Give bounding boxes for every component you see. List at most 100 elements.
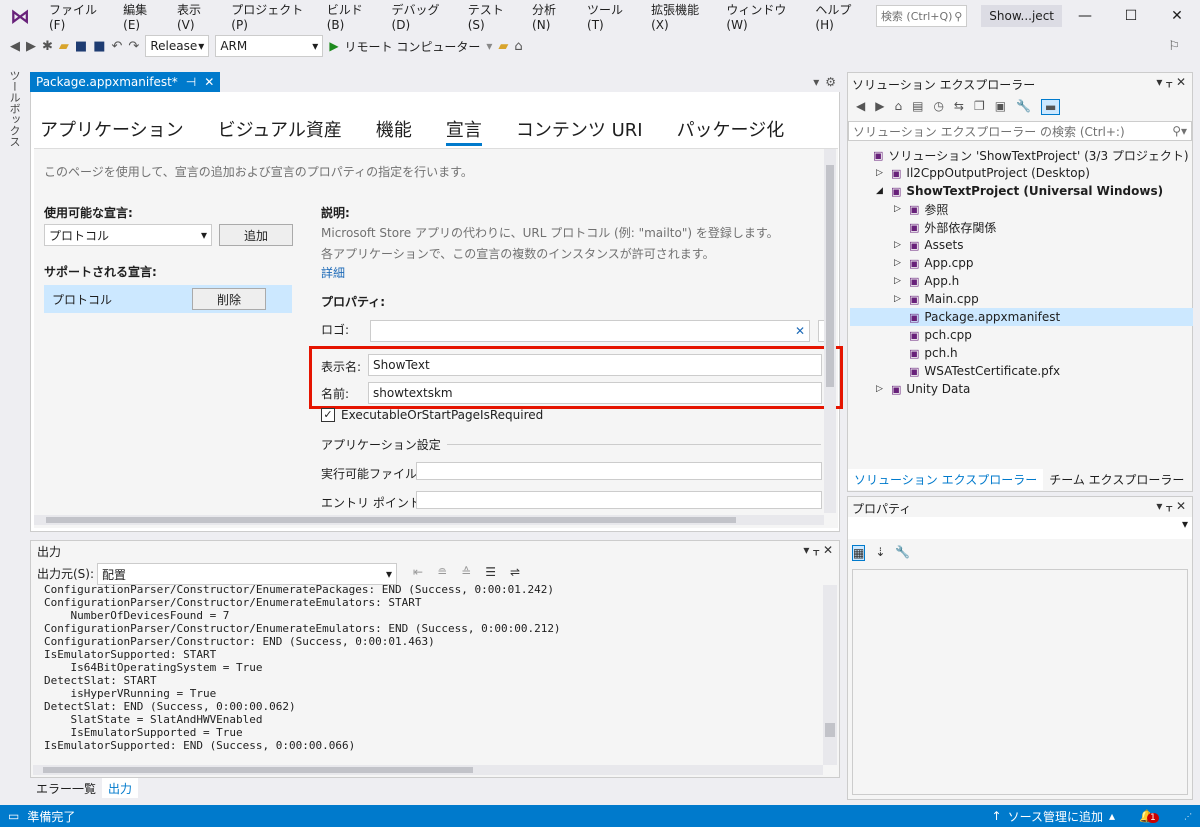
close-icon[interactable]: ✕ <box>823 543 833 557</box>
menu-item[interactable]: ファイル(F) <box>40 1 114 32</box>
tree-node[interactable]: ▷ ▣ Assets <box>850 236 1193 254</box>
menu-item[interactable]: 編集(E) <box>114 1 168 32</box>
tree-node[interactable]: ▷ ▣ Unity Data <box>850 380 1193 398</box>
logo-input[interactable]: ✕ <box>370 320 810 342</box>
close-icon[interactable]: ✕ <box>1176 75 1186 89</box>
home-icon[interactable]: ⌂ <box>514 39 522 54</box>
forward-icon[interactable]: ▶ <box>875 99 884 115</box>
dropdown-icon[interactable]: ▾ <box>803 543 809 557</box>
switch-views-icon[interactable]: ▤ <box>912 99 923 115</box>
tree-node[interactable]: ▣ 外部依存関係 <box>850 218 1193 236</box>
expand-arrow-icon[interactable]: ◢ <box>876 186 886 196</box>
preview-icon[interactable]: ▬ <box>1041 99 1061 115</box>
tree-node[interactable]: ▷ ▣ App.h <box>850 272 1193 290</box>
clear-all-icon[interactable]: ☰ <box>485 565 496 579</box>
executable-input[interactable] <box>416 462 822 480</box>
tree-node[interactable]: ▷ ▣ Main.cpp <box>850 290 1193 308</box>
save-icon[interactable]: ■ <box>75 39 87 54</box>
tab-manifest-section[interactable]: コンテンツ URI <box>516 116 643 146</box>
maximize-button[interactable]: ☐ <box>1108 8 1154 24</box>
clear-icon[interactable]: ✕ <box>795 324 805 338</box>
tab-manifest-section[interactable]: 機能 <box>376 116 412 146</box>
tree-node[interactable]: ▣ pch.cpp <box>850 326 1193 344</box>
tree-node[interactable]: ▣ ソリューション 'ShowTextProject' (3/3 プロジェクト) <box>850 146 1193 164</box>
available-declarations-select[interactable]: プロトコル ▾ <box>44 224 212 246</box>
pending-changes-icon[interactable]: ◷ <box>933 99 943 115</box>
menu-item[interactable]: ヘルプ(H) <box>806 1 872 32</box>
tree-node[interactable]: ▷ ▣ App.cpp <box>850 254 1193 272</box>
home-icon[interactable]: ⌂ <box>894 99 902 115</box>
more-info-link[interactable]: 詳細 <box>321 264 345 281</box>
add-button[interactable]: 追加 <box>219 224 293 246</box>
open-icon[interactable]: ▰ <box>59 39 69 54</box>
tree-node[interactable]: ▣ Package.appxmanifest <box>850 308 1193 326</box>
word-wrap-icon[interactable]: ⇌ <box>510 565 520 579</box>
output-source-select[interactable]: 配置 ▾ <box>97 563 397 585</box>
feedback-icon[interactable]: ⚐ <box>1168 39 1180 54</box>
menu-item[interactable]: 表示(V) <box>168 1 222 32</box>
expand-arrow-icon[interactable]: ▷ <box>894 276 904 286</box>
expand-arrow-icon[interactable]: ▷ <box>876 168 886 178</box>
toolbox-tab[interactable]: ツールボックス <box>4 70 22 147</box>
minimize-button[interactable]: — <box>1062 8 1108 24</box>
categorized-icon[interactable]: ▦ <box>852 545 866 561</box>
tab-team-explorer[interactable]: チーム エクスプローラー <box>1043 469 1190 490</box>
delete-button[interactable]: 削除 <box>192 288 266 310</box>
horizontal-scrollbar[interactable] <box>33 765 823 775</box>
pin-icon[interactable]: ⊣ <box>186 75 196 89</box>
expand-arrow-icon[interactable]: ▷ <box>876 384 886 394</box>
add-to-source-control-button[interactable]: ソース管理に追加 <box>1008 808 1103 825</box>
back-icon[interactable]: ◀ <box>10 39 20 54</box>
executable-required-checkbox[interactable]: ✓ ExecutableOrStartPageIsRequired <box>321 408 543 422</box>
solution-search-input[interactable]: ソリューション エクスプローラー の検索 (Ctrl+:) ⚲▾ <box>848 121 1192 141</box>
object-select[interactable]: ▾ <box>848 517 1192 539</box>
expand-arrow-icon[interactable]: ▷ <box>894 240 904 250</box>
tab-manifest-section[interactable]: パッケージ化 <box>677 116 785 146</box>
menu-item[interactable]: ツール(T) <box>578 1 642 32</box>
tree-node[interactable]: ▷ ▣ 参照 <box>850 200 1193 218</box>
pin-icon[interactable]: ᚁ <box>1166 75 1172 89</box>
save-all-icon[interactable]: ■ <box>93 39 105 54</box>
horizontal-scrollbar[interactable] <box>34 515 824 525</box>
tab-output[interactable]: 出力 <box>102 778 139 798</box>
tab-error-list[interactable]: エラー一覧 <box>30 778 102 798</box>
back-icon[interactable]: ◀ <box>856 99 865 115</box>
expand-arrow-icon[interactable]: ▷ <box>894 294 904 304</box>
next-message-icon[interactable]: ≙ <box>461 565 471 579</box>
expand-arrow-icon[interactable]: ▷ <box>894 258 904 268</box>
resize-grip-icon[interactable]: ⋰ <box>1184 812 1192 821</box>
tab-manifest-section[interactable]: ビジュアル資産 <box>218 116 342 146</box>
tree-node[interactable]: ▣ pch.h <box>850 344 1193 362</box>
menu-item[interactable]: ウィンドウ(W) <box>717 1 806 32</box>
pin-icon[interactable]: ᚁ <box>813 543 819 557</box>
menu-item[interactable]: デバッグ(D) <box>383 1 459 32</box>
forward-icon[interactable]: ▶ <box>26 39 36 54</box>
tree-node[interactable]: ▷ ▣ Il2CppOutputProject (Desktop) <box>850 164 1193 182</box>
alphabetical-icon[interactable]: ⇣ <box>875 545 885 561</box>
entry-point-input[interactable] <box>416 491 822 509</box>
close-icon[interactable]: ✕ <box>1176 499 1186 513</box>
tree-node[interactable]: ◢ ▣ ShowTextProject (Universal Windows) <box>850 182 1193 200</box>
go-to-location-icon[interactable]: ⇤ <box>413 565 423 579</box>
close-button[interactable]: ✕ <box>1154 8 1200 24</box>
menu-item[interactable]: 分析(N) <box>523 1 578 32</box>
previous-message-icon[interactable]: ≘ <box>437 565 447 579</box>
gear-icon[interactable]: ⚙ <box>825 75 836 89</box>
dropdown-icon[interactable]: ▾ <box>1156 499 1162 513</box>
show-all-files-icon[interactable]: ▣ <box>995 99 1006 115</box>
platform-select[interactable]: ARM ▾ <box>215 35 324 57</box>
search-input[interactable]: 検索 (Ctrl+Q) ⚲ <box>875 5 968 27</box>
redo-icon[interactable]: ↷ <box>128 39 139 54</box>
tab-manifest-section[interactable]: 宣言 <box>445 116 482 146</box>
dropdown-icon[interactable]: ▾ <box>1156 75 1162 89</box>
list-item[interactable]: プロトコル 削除 <box>44 285 292 313</box>
property-pages-icon[interactable]: 🔧 <box>895 545 910 561</box>
tab-package-appxmanifest[interactable]: Package.appxmanifest* ⊣ ✕ <box>30 72 221 92</box>
configuration-select[interactable]: Release ▾ <box>145 35 210 57</box>
tab-solution-explorer[interactable]: ソリューション エクスプローラー <box>848 469 1044 490</box>
menu-item[interactable]: ビルド(B) <box>318 1 383 32</box>
vertical-scrollbar[interactable] <box>824 149 836 513</box>
checkmark-icon[interactable]: ✓ <box>321 408 335 422</box>
notifications-button[interactable]: 🔔1 <box>1139 809 1159 823</box>
tree-node[interactable]: ▣ WSATestCertificate.pfx <box>850 362 1193 380</box>
